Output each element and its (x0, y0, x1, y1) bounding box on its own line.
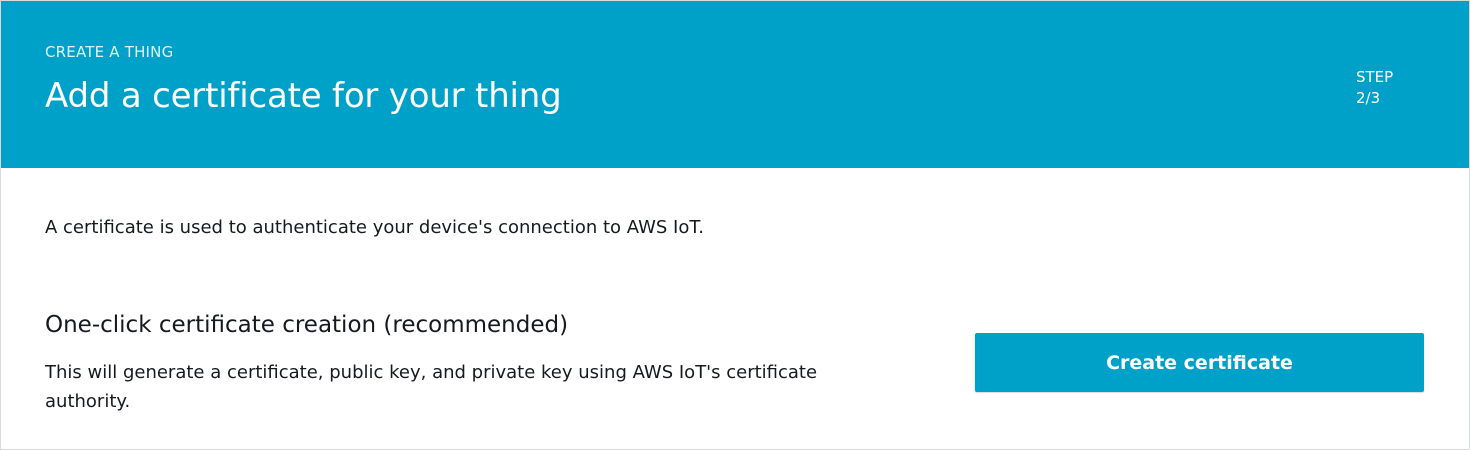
one-click-description: This will generate a certificate, public… (45, 362, 818, 412)
wizard-eyebrow: CREATE A THING (45, 43, 174, 61)
step-label: STEP (1356, 68, 1394, 86)
step-value: 2/3 (1356, 89, 1381, 107)
step-indicator: STEP 2/3 (1356, 67, 1393, 109)
intro-text: A certificate is used to authenticate yo… (45, 217, 704, 238)
wizard-header: CREATE A THING Add a certificate for you… (1, 1, 1469, 168)
create-certificate-button[interactable]: Create certificate (975, 333, 1424, 392)
page-frame: CREATE A THING Add a certificate for you… (0, 0, 1470, 450)
page-title: Add a certificate for your thing (45, 76, 562, 116)
one-click-title: One-click certificate creation (recommen… (45, 312, 569, 338)
